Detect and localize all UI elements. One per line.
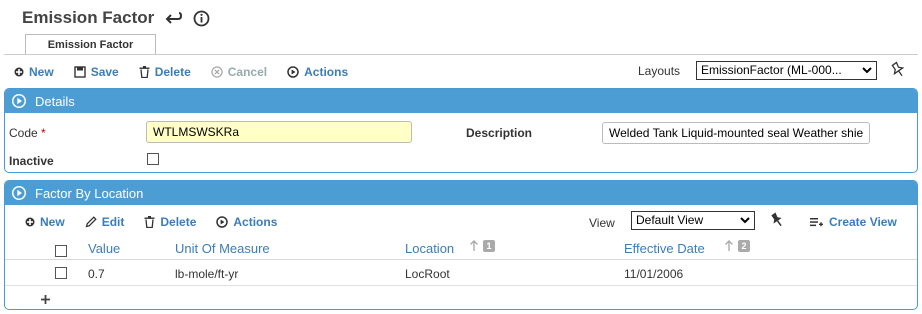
grid-new-label: New — [40, 215, 65, 229]
cancel-button-label: Cancel — [227, 65, 268, 79]
save-button[interactable]: Save — [73, 65, 119, 79]
grid-edit-button[interactable]: Edit — [85, 215, 125, 229]
factor-by-location-title: Factor By Location — [35, 185, 144, 201]
actions-button-label: Actions — [304, 65, 349, 79]
layouts-select-value: EmissionFactor (ML-000... — [701, 63, 842, 77]
pin-filled-icon[interactable] — [768, 211, 786, 232]
actions-button[interactable]: Actions — [287, 65, 348, 79]
code-input[interactable]: WTLMSWSKRa — [146, 121, 412, 143]
create-view-icon — [810, 218, 823, 227]
layouts-label: Layouts — [638, 64, 681, 78]
sort-order-badge: 2 — [738, 240, 750, 252]
grid-new-button[interactable]: New — [25, 215, 65, 229]
create-view-label: Create View — [829, 215, 897, 229]
grid-delete-label: Delete — [160, 215, 197, 229]
view-label: View — [589, 216, 615, 230]
sort-up-arrow-icon — [725, 240, 733, 251]
back-arrow-icon[interactable] — [164, 9, 183, 27]
location-sort-indicator: 1 — [469, 240, 495, 252]
tab-emission-factor[interactable]: Emission Factor — [25, 34, 156, 55]
new-button-label: New — [29, 65, 54, 79]
layouts-select[interactable]: EmissionFactor (ML-000... — [696, 61, 877, 80]
cell-value[interactable]: 0.7 — [88, 267, 105, 281]
description-input[interactable]: Welded Tank Liquid-mounted seal Weather … — [602, 122, 870, 144]
main-toolbar: New Save Delete Cancel Actions — [14, 63, 368, 81]
column-header-unit-of-measure[interactable]: Unit Of Measure — [175, 241, 270, 256]
expand-plus-icon[interactable] — [41, 293, 50, 307]
column-header-location[interactable]: Location — [405, 241, 454, 256]
view-select[interactable]: Default View — [631, 211, 755, 230]
title-row: Emission Factor — [22, 6, 210, 30]
grid-delete-button[interactable]: Delete — [144, 215, 196, 229]
inactive-checkbox[interactable] — [147, 153, 159, 165]
play-circle-icon — [216, 216, 229, 228]
details-title: Details — [35, 93, 75, 109]
trash-icon — [144, 216, 155, 228]
details-panel: Details Code * WTLMSWSKRa Description We… — [4, 88, 918, 173]
row-select-checkbox[interactable] — [55, 267, 67, 279]
effective-date-sort-indicator: 2 — [724, 240, 750, 252]
view-select-value: Default View — [636, 213, 704, 227]
tab-divider — [4, 54, 918, 55]
grid-edit-label: Edit — [101, 215, 125, 229]
expand-play-icon — [12, 186, 26, 200]
create-view-button[interactable]: Create View — [810, 215, 897, 229]
page-title: Emission Factor — [22, 8, 155, 27]
sort-order-badge: 1 — [483, 240, 495, 252]
plus-icon — [25, 217, 35, 227]
column-header-value[interactable]: Value — [88, 241, 120, 256]
grid-toolbar: New Edit Delete Actions — [25, 215, 297, 229]
expand-play-icon — [12, 94, 26, 108]
cell-unit-of-measure[interactable]: lb-mole/ft-yr — [175, 267, 238, 281]
details-header[interactable]: Details — [5, 89, 917, 113]
chevron-down-icon — [740, 217, 750, 224]
trash-icon — [139, 66, 150, 78]
cancel-icon — [211, 66, 223, 78]
pencil-icon — [85, 216, 97, 228]
column-header-effective-date[interactable]: Effective Date — [624, 241, 705, 256]
grid-header-divider — [5, 259, 917, 260]
sort-up-arrow-icon — [470, 240, 478, 251]
select-all-checkbox[interactable] — [55, 245, 67, 257]
row-divider — [5, 285, 917, 286]
delete-button-label: Delete — [154, 65, 191, 79]
pin-icon[interactable] — [889, 61, 907, 82]
factor-by-location-header[interactable]: Factor By Location — [5, 181, 917, 205]
chevron-down-icon — [862, 67, 872, 74]
new-button[interactable]: New — [14, 65, 54, 79]
cell-effective-date[interactable]: 11/01/2006 — [624, 267, 683, 281]
factor-by-location-panel: Factor By Location New Edit Delete Actio… — [4, 180, 918, 310]
delete-button[interactable]: Delete — [139, 65, 191, 79]
save-button-label: Save — [90, 65, 119, 79]
inactive-label: Inactive — [9, 154, 54, 168]
required-marker: * — [41, 126, 46, 140]
save-icon — [73, 66, 86, 78]
info-icon[interactable] — [192, 9, 210, 27]
grid-actions-button[interactable]: Actions — [216, 215, 277, 229]
code-label: Code * — [9, 126, 46, 140]
plus-icon — [14, 67, 24, 77]
description-label: Description — [466, 126, 533, 140]
grid-actions-label: Actions — [233, 215, 278, 229]
cancel-button[interactable]: Cancel — [211, 65, 267, 79]
cell-location[interactable]: LocRoot — [405, 267, 450, 281]
code-label-text: Code — [9, 126, 38, 140]
play-circle-icon — [287, 66, 299, 78]
